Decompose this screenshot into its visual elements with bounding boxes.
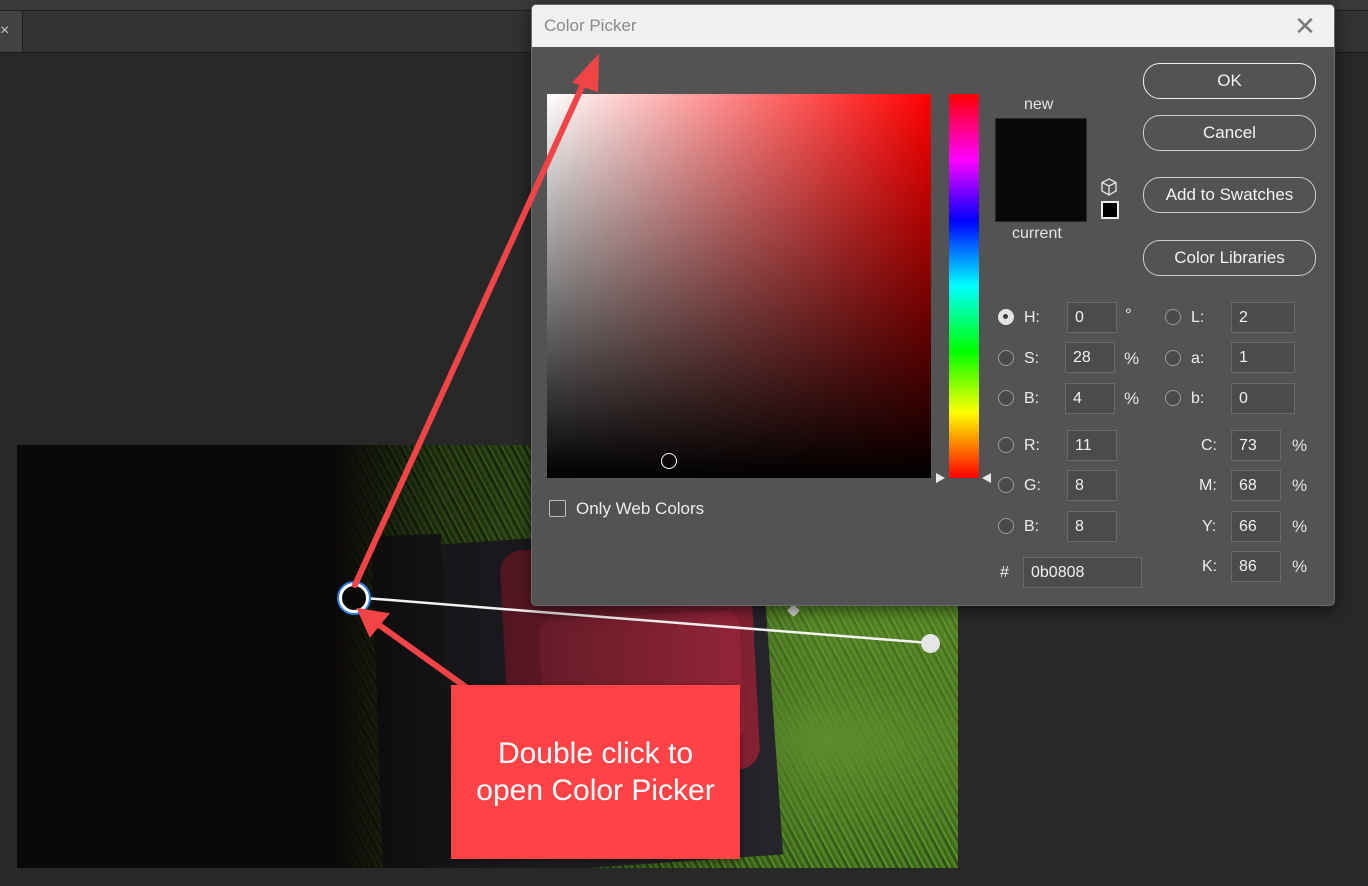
- arrow-to-dialog-head-icon: [572, 53, 600, 93]
- callout-line-1: Double click to: [497, 737, 694, 770]
- arrow-to-handle-head-icon: [356, 607, 390, 638]
- arrow-to-handle-line: [372, 619, 473, 693]
- instruction-callout: Double click to open Color Picker: [451, 685, 740, 859]
- callout-line-2: open Color Picker: [476, 774, 715, 807]
- arrow-to-dialog-line: [352, 75, 589, 588]
